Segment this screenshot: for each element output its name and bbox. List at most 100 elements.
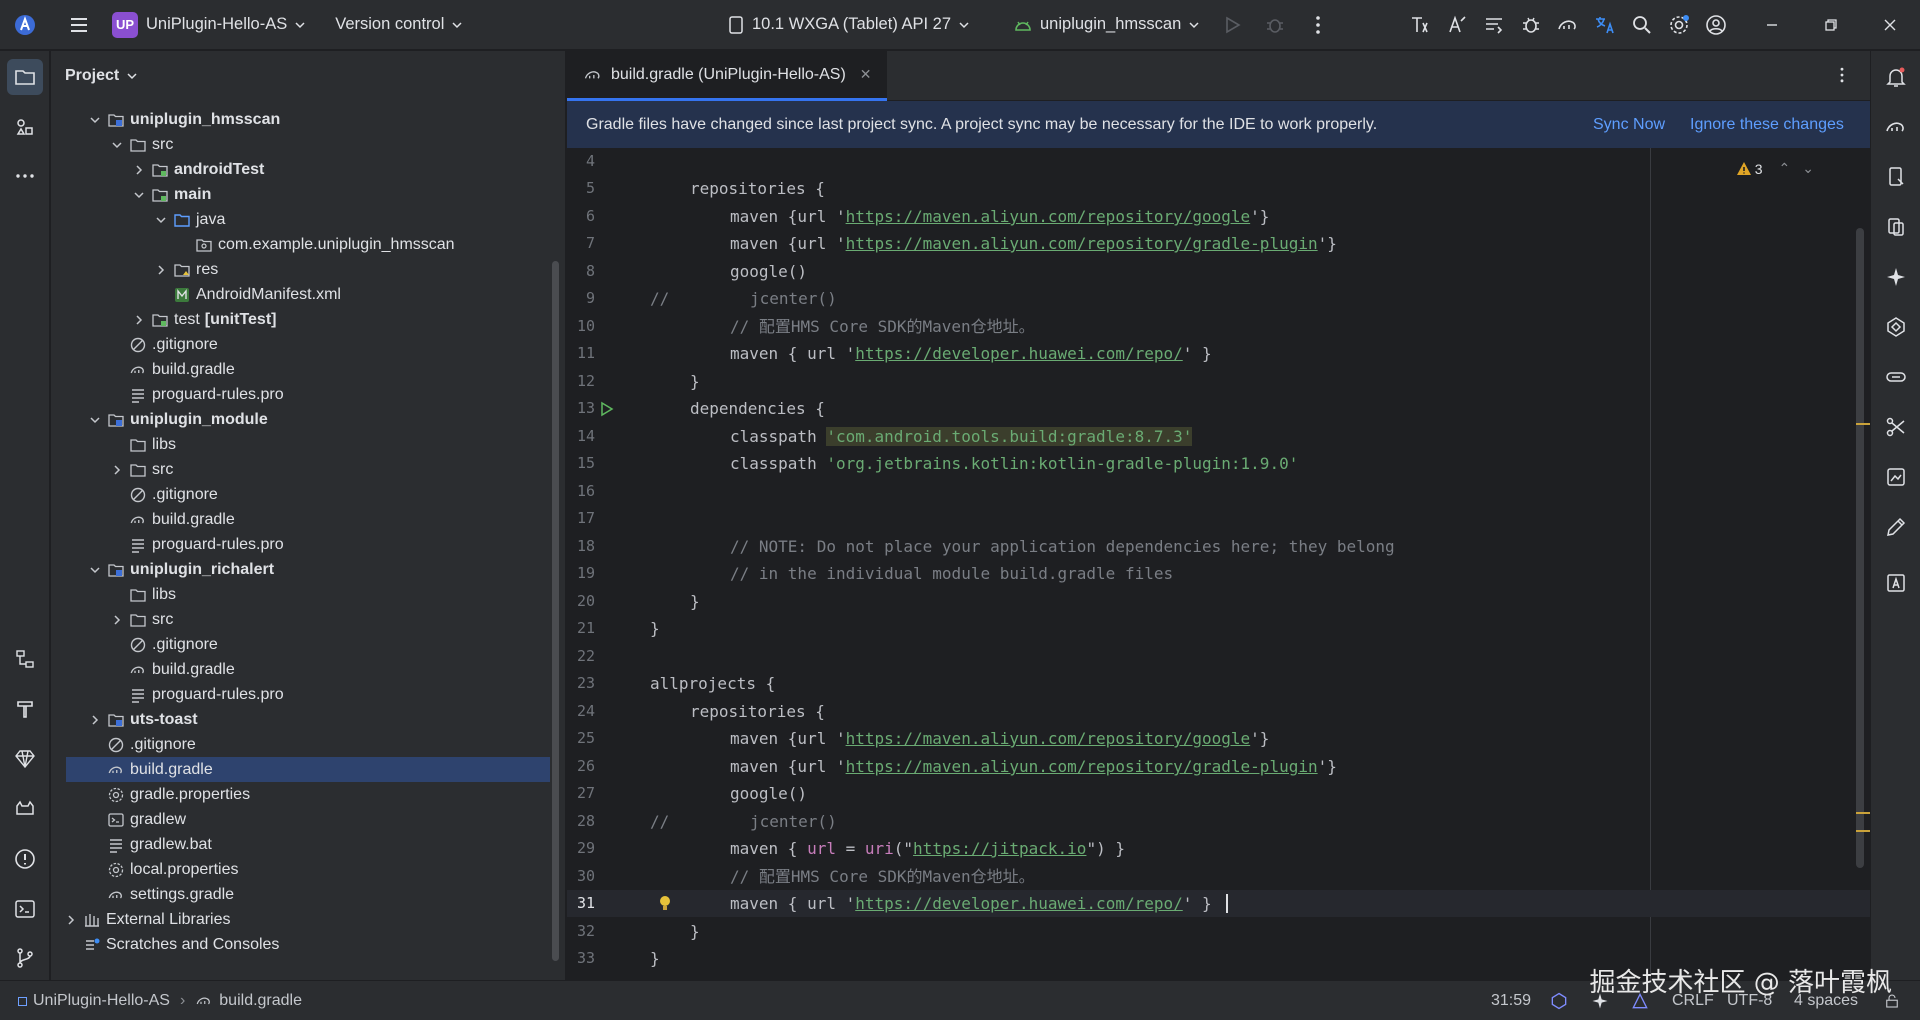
main-menu-icon[interactable] — [60, 6, 98, 44]
tree-item[interactable]: gradle.properties — [51, 782, 551, 807]
more-actions-icon[interactable] — [1299, 6, 1337, 44]
tree-item[interactable]: uniplugin_richalert — [51, 557, 551, 582]
restore-window-icon[interactable] — [1812, 6, 1850, 44]
tree-item[interactable]: build.gradle — [51, 507, 551, 532]
lightbulb-icon[interactable] — [657, 894, 673, 912]
plugin-status-icon[interactable] — [1549, 981, 1569, 1020]
device-mirror-icon[interactable] — [1878, 209, 1914, 245]
caret-position[interactable]: 31:59 — [1491, 981, 1531, 1020]
chevron-down-icon[interactable] — [87, 562, 103, 578]
layout-inspector-icon[interactable] — [7, 641, 43, 677]
tree-item[interactable]: libs — [51, 582, 551, 607]
tree-item[interactable]: proguard-rules.pro — [51, 532, 551, 557]
more-tools-icon[interactable] — [7, 158, 43, 194]
tree-item[interactable]: uniplugin_module — [51, 407, 551, 432]
tree-item[interactable]: test [unitTest] — [51, 307, 551, 332]
tree-item[interactable]: .gitignore — [51, 732, 551, 757]
minimize-window-icon[interactable] — [1753, 6, 1791, 44]
chevron-right-icon[interactable] — [131, 162, 147, 178]
chevron-down-icon[interactable] — [131, 187, 147, 203]
ai-assistant-sparkle-icon[interactable] — [1878, 259, 1914, 295]
pencil-edit-icon[interactable] — [1878, 509, 1914, 545]
close-window-icon[interactable] — [1871, 6, 1909, 44]
text-font-icon[interactable] — [1878, 565, 1914, 601]
tree-item[interactable]: gradlew.bat — [51, 832, 551, 857]
notifications-bell-icon[interactable] — [1878, 59, 1914, 95]
chevron-right-icon[interactable] — [153, 262, 169, 278]
chevron-down-icon[interactable] — [87, 412, 103, 428]
tree-item[interactable]: Scratches and Consoles — [51, 932, 551, 957]
version-control-menu[interactable]: Version control — [335, 0, 464, 50]
tree-item[interactable]: gradlew — [51, 807, 551, 832]
tree-item[interactable]: libs — [51, 432, 551, 457]
text-analysis-icon[interactable] — [1438, 6, 1476, 44]
tree-item[interactable]: local.properties — [51, 857, 551, 882]
run-icon[interactable] — [1213, 6, 1251, 44]
tree-item[interactable]: res — [51, 257, 551, 282]
tree-item[interactable]: uts-toast — [51, 707, 551, 732]
project-tool-folder-icon[interactable] — [7, 59, 43, 95]
scissors-icon[interactable] — [1878, 409, 1914, 445]
tree-item[interactable]: AndroidManifest.xml — [51, 282, 551, 307]
android-studio-logo-icon[interactable] — [6, 6, 44, 44]
chevron-right-icon[interactable] — [131, 312, 147, 328]
run-gutter-icon[interactable] — [599, 401, 615, 417]
build-hammer-icon[interactable] — [7, 691, 43, 727]
tree-item[interactable]: java — [51, 207, 551, 232]
tree-item[interactable]: proguard-rules.pro — [51, 382, 551, 407]
chevron-right-icon[interactable] — [87, 712, 103, 728]
gem-icon[interactable] — [7, 741, 43, 777]
tree-item[interactable]: build.gradle — [51, 357, 551, 382]
terminal-icon[interactable] — [7, 891, 43, 927]
translate-tool-icon[interactable] — [1401, 6, 1439, 44]
tab-build-gradle[interactable]: build.gradle (UniPlugin-Hello-AS) ✕ — [567, 51, 887, 101]
tree-item[interactable]: src — [51, 457, 551, 482]
link-icon[interactable] — [1878, 359, 1914, 395]
resource-manager-icon[interactable] — [7, 109, 43, 145]
project-tree-scrollbar[interactable] — [552, 261, 559, 961]
tree-item[interactable]: .gitignore — [51, 332, 551, 357]
project-panel-header[interactable]: Project — [51, 51, 565, 101]
chevron-right-icon[interactable] — [109, 612, 125, 628]
tab-options-icon[interactable] — [1832, 65, 1852, 90]
debug-icon[interactable] — [1256, 6, 1294, 44]
tree-item[interactable]: build.gradle — [51, 657, 551, 682]
account-icon[interactable] — [1697, 6, 1735, 44]
gemini-icon[interactable] — [1878, 309, 1914, 345]
device-selector[interactable]: 10.1 WXGA (Tablet) API 27 — [726, 0, 971, 50]
tree-item[interactable]: uniplugin_hmsscan — [51, 107, 551, 132]
chevron-down-icon[interactable] — [153, 212, 169, 228]
tree-item[interactable]: .gitignore — [51, 632, 551, 657]
search-icon[interactable] — [1623, 6, 1661, 44]
project-selector[interactable]: UP UniPlugin-Hello-AS — [112, 0, 307, 50]
gradle-sync-icon[interactable] — [1549, 6, 1587, 44]
tree-item[interactable]: build.gradle — [66, 757, 550, 782]
tree-item[interactable]: .gitignore — [51, 482, 551, 507]
chevron-down-icon[interactable] — [87, 112, 103, 128]
chevron-right-icon[interactable] — [109, 462, 125, 478]
logcat-icon[interactable] — [7, 791, 43, 827]
tree-item[interactable]: androidTest — [51, 157, 551, 182]
sync-now-link[interactable]: Sync Now — [1593, 116, 1665, 134]
git-branch-icon[interactable] — [7, 940, 43, 976]
gradle-tool-icon[interactable] — [1878, 109, 1914, 145]
chevron-down-icon[interactable] — [109, 137, 125, 153]
settings-gear-icon[interactable] — [1660, 6, 1698, 44]
ignore-changes-link[interactable]: Ignore these changes — [1690, 116, 1844, 134]
tree-item[interactable]: src — [51, 607, 551, 632]
device-manager-icon[interactable] — [1878, 159, 1914, 195]
close-tab-icon[interactable]: ✕ — [860, 66, 872, 83]
chevron-right-icon[interactable] — [63, 912, 79, 928]
tree-item[interactable]: External Libraries — [51, 907, 551, 932]
image-analysis-icon[interactable] — [1878, 459, 1914, 495]
code-editor[interactable]: 3 ⌃ ⌄ 4 5 repositories { 6 maven {url 'h… — [567, 148, 1870, 980]
format-icon[interactable] — [1475, 6, 1513, 44]
breadcrumb-file[interactable]: build.gradle — [219, 992, 302, 1010]
bug-icon[interactable] — [1512, 6, 1550, 44]
tree-item[interactable]: src — [51, 132, 551, 157]
tree-item[interactable]: proguard-rules.pro — [51, 682, 551, 707]
tree-item[interactable]: settings.gradle — [51, 882, 551, 907]
tree-item[interactable]: main — [51, 182, 551, 207]
problems-icon[interactable] — [7, 841, 43, 877]
run-config-selector[interactable]: uniplugin_hmsscan — [1012, 0, 1201, 50]
